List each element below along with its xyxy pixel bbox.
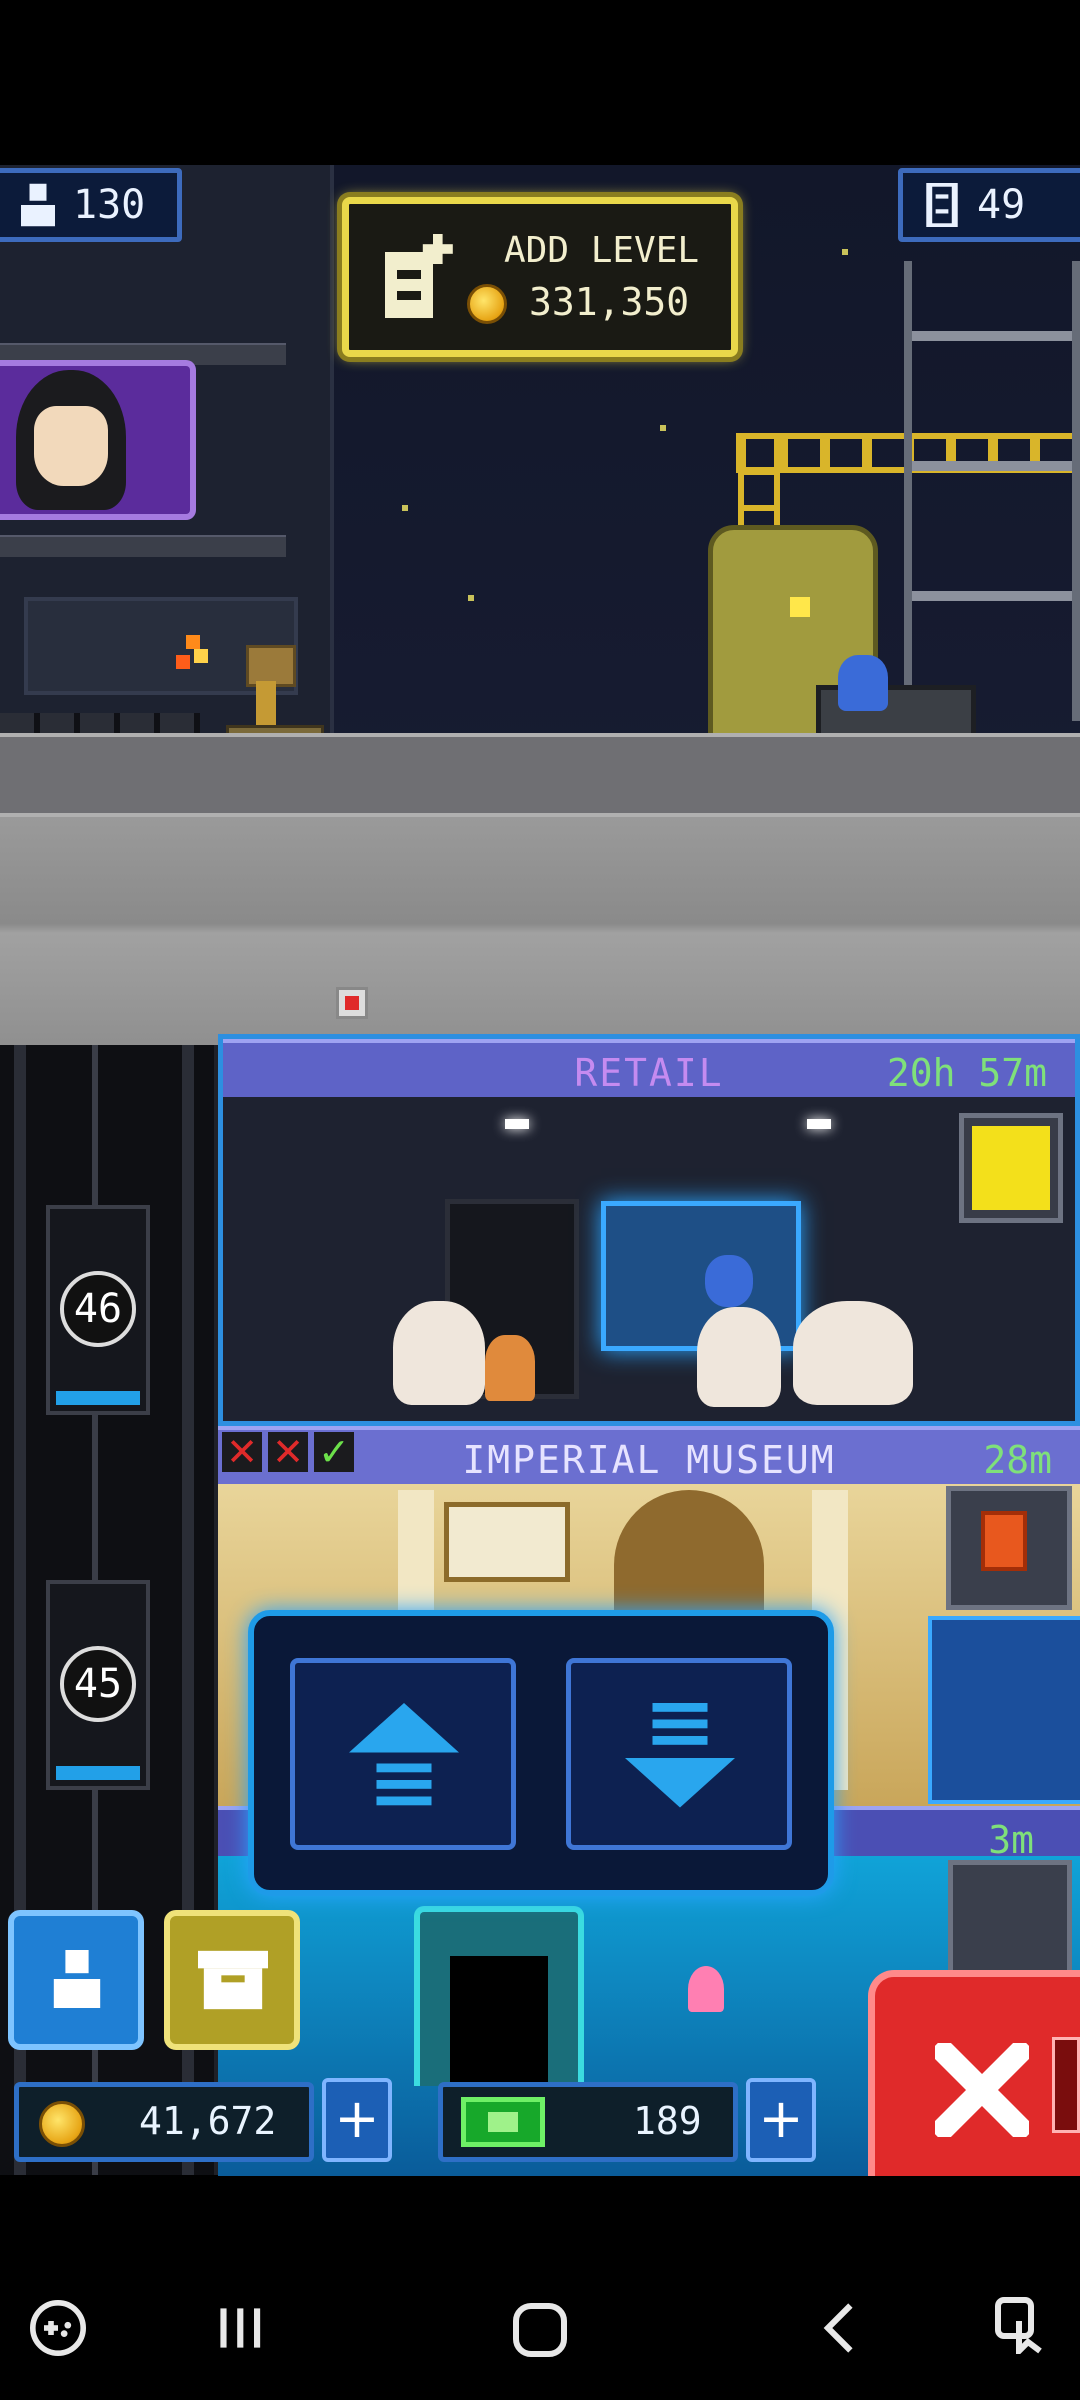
- floor-header: RETAIL 20h 57m: [223, 1039, 1075, 1097]
- recents-nav-icon[interactable]: [212, 2300, 268, 2356]
- floors-value: 49: [977, 182, 1026, 228]
- add-level-cost: 331,350: [529, 280, 690, 324]
- bux-display: 189: [438, 2082, 738, 2162]
- out-of-stock-icon: ✕: [222, 1432, 262, 1472]
- alert-tab: [1052, 2037, 1080, 2133]
- stock-item-button[interactable]: [946, 1486, 1072, 1610]
- plus-icon: +: [758, 2087, 804, 2150]
- coins-value: 41,672: [139, 2099, 277, 2143]
- bux-icon: [461, 2097, 545, 2147]
- foundation-slab: [0, 813, 1080, 1045]
- elevator-call-button[interactable]: [959, 1113, 1063, 1223]
- arrow-up-icon: [349, 1703, 459, 1806]
- add-level-icon: [385, 234, 453, 318]
- floors-icon: [926, 183, 958, 227]
- game-tools-icon[interactable]: [30, 2300, 86, 2356]
- pipe: [0, 535, 286, 557]
- in-stock-icon: ✓: [314, 1432, 354, 1472]
- build-button[interactable]: [164, 1910, 300, 2050]
- coins-display: 41,672: [14, 2082, 314, 2162]
- orange-droid[interactable]: [485, 1335, 535, 1401]
- elevator-light: [56, 1766, 140, 1780]
- construction-floor: [0, 733, 1080, 817]
- navigation-bar: [0, 2176, 1080, 2400]
- stock-status: ✕ ✕ ✓: [222, 1432, 362, 1476]
- plus-icon: +: [334, 2087, 380, 2150]
- floor-timer: 28m: [983, 1438, 1052, 1482]
- stock-item-button[interactable]: [948, 1860, 1072, 1980]
- elevator-light: [56, 1391, 140, 1405]
- population-value: 130: [73, 182, 146, 228]
- population-counter[interactable]: 130: [0, 168, 182, 242]
- scaffold-right: [904, 261, 1080, 721]
- crate-icon: [198, 1950, 268, 2010]
- elevator-number: 46: [60, 1271, 136, 1347]
- elevator-down-button[interactable]: [566, 1658, 792, 1850]
- floors-counter[interactable]: 49: [898, 168, 1080, 242]
- elevator-car[interactable]: 45: [46, 1580, 150, 1790]
- out-of-stock-icon: ✕: [268, 1432, 308, 1472]
- arrow-down-icon: [625, 1703, 735, 1808]
- coin-icon: [39, 2101, 85, 2147]
- elevator-number: 45: [60, 1646, 136, 1722]
- elevator-control-panel: [248, 1610, 834, 1896]
- close-button[interactable]: [868, 1970, 1080, 2176]
- close-icon: [935, 2043, 1029, 2137]
- bux-value: 189: [633, 2099, 702, 2143]
- face: [34, 406, 108, 486]
- home-nav-icon[interactable]: [510, 2300, 570, 2360]
- portal-door: [414, 1906, 584, 2086]
- bitizen[interactable]: [393, 1301, 485, 1405]
- bitizen[interactable]: [697, 1307, 781, 1407]
- add-level-label: ADD LEVEL: [504, 230, 700, 271]
- buy-coins-button[interactable]: +: [322, 2078, 392, 2162]
- mech-light: [790, 597, 810, 617]
- framed-painting: [444, 1502, 570, 1582]
- jellyfish: [688, 1966, 724, 2012]
- coin-icon: [467, 284, 507, 324]
- elevator-car[interactable]: 46: [46, 1205, 150, 1415]
- ceiling-light: [505, 1119, 529, 1129]
- bitizen[interactable]: [793, 1301, 913, 1405]
- person-icon: [53, 1950, 101, 2008]
- ceiling-light: [807, 1119, 831, 1129]
- droid[interactable]: [705, 1255, 753, 1307]
- blue-droid: [838, 655, 888, 711]
- add-level-button[interactable]: ADD LEVEL 331,350: [342, 197, 738, 357]
- elevator-up-button[interactable]: [290, 1658, 516, 1850]
- floor-timer: 20h 57m: [886, 1051, 1047, 1095]
- slab-warning-light: [336, 987, 368, 1019]
- person-icon: [21, 183, 55, 227]
- player-avatar[interactable]: [0, 360, 196, 520]
- floor-retail[interactable]: RETAIL 20h 57m: [218, 1034, 1080, 1426]
- screen-assist-icon[interactable]: [992, 2294, 1052, 2354]
- bitizens-button[interactable]: [8, 1910, 144, 2050]
- display-case: [928, 1616, 1080, 1804]
- buy-bux-button[interactable]: +: [746, 2078, 816, 2162]
- back-nav-icon[interactable]: [814, 2300, 870, 2356]
